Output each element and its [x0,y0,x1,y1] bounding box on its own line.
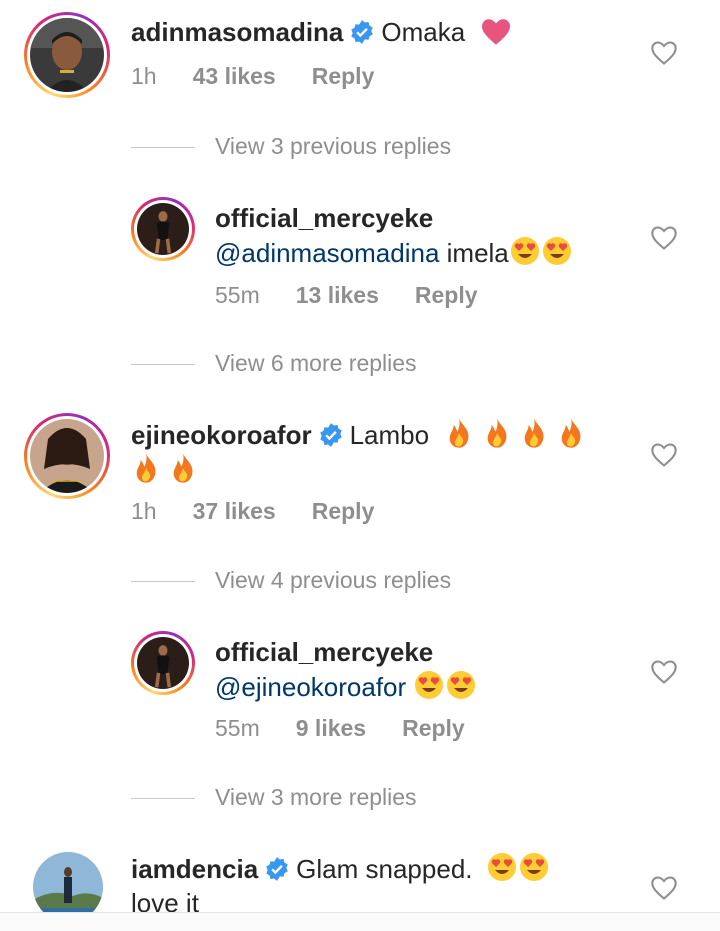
likes-count[interactable]: 37 likes [193,498,276,524]
view-replies-label[interactable]: View 3 previous replies [215,133,451,159]
like-heart-icon[interactable] [650,225,678,251]
reply-button[interactable]: Reply [402,715,465,741]
username[interactable]: ejineokoroafor [131,420,312,450]
view-replies[interactable]: View 6 more replies [131,350,417,377]
profile-photo-icon [137,637,189,689]
divider-line [131,147,195,149]
avatar[interactable] [131,197,195,261]
avatar[interactable] [131,631,195,695]
username[interactable]: official_mercyeke [215,203,433,233]
fire-emoji-icon [487,418,507,448]
heart-eyes-emoji-icon [447,671,476,699]
mention-link[interactable]: @adinmasomadina [215,238,439,268]
view-replies-label[interactable]: View 6 more replies [215,350,417,376]
reply-button[interactable]: Reply [312,498,375,524]
view-replies[interactable]: View 3 previous replies [131,133,451,160]
timestamp: 55m [215,715,260,741]
pink-heart-icon [482,19,511,45]
divider-line [131,364,195,366]
timestamp: 55m [215,282,260,308]
like-heart-icon[interactable] [650,659,678,685]
timestamp: 1h [131,498,157,524]
view-replies-label[interactable]: View 3 more replies [215,784,417,810]
fire-emoji-group [131,453,198,485]
comment-text: Lambo [349,420,430,450]
comment-text: Omaka [381,17,466,47]
divider-line [131,581,195,583]
profile-photo-icon [137,203,189,255]
heart-eyes-emoji-icon [510,237,539,265]
view-replies-label[interactable]: View 4 previous replies [215,567,451,593]
fire-emoji-icon [449,418,469,448]
username[interactable]: adinmasomadina [131,17,343,47]
likes-count[interactable]: 9 likes [296,715,366,741]
verified-badge-icon [319,423,342,447]
verified-badge-icon [351,20,374,44]
verified-badge-icon [266,857,288,881]
heart-eyes-emoji-icon [542,237,571,265]
fire-emoji-icon [524,418,544,448]
view-replies[interactable]: View 3 more replies [131,784,417,811]
reply-button[interactable]: Reply [312,63,375,89]
view-replies[interactable]: View 4 previous replies [131,567,451,594]
like-heart-icon[interactable] [650,442,678,468]
bottom-bar [0,912,720,931]
username[interactable]: iamdencia [131,854,258,884]
likes-count[interactable]: 13 likes [296,282,379,308]
comment-text: imela [446,238,509,268]
heart-eyes-emoji-icon [415,671,444,699]
username[interactable]: official_mercyeke [215,637,433,667]
avatar[interactable] [24,12,110,98]
comment-text: Glam snapped. [296,854,473,884]
like-heart-icon[interactable] [650,40,678,66]
fire-emoji-group [444,418,586,450]
timestamp: 1h [131,63,157,89]
divider-line [131,798,195,800]
avatar[interactable] [24,413,110,499]
heart-eyes-emoji-icon [519,853,548,881]
likes-count[interactable]: 43 likes [193,63,276,89]
profile-photo-icon [30,18,104,92]
fire-emoji-icon [561,418,581,448]
like-heart-icon[interactable] [650,875,678,901]
fire-emoji-icon [173,453,193,483]
fire-emoji-icon [136,453,156,483]
reply-button[interactable]: Reply [415,282,478,308]
mention-link[interactable]: @ejineokoroafor [215,672,406,702]
profile-photo-icon [30,419,104,493]
heart-eyes-emoji-icon [487,853,516,881]
